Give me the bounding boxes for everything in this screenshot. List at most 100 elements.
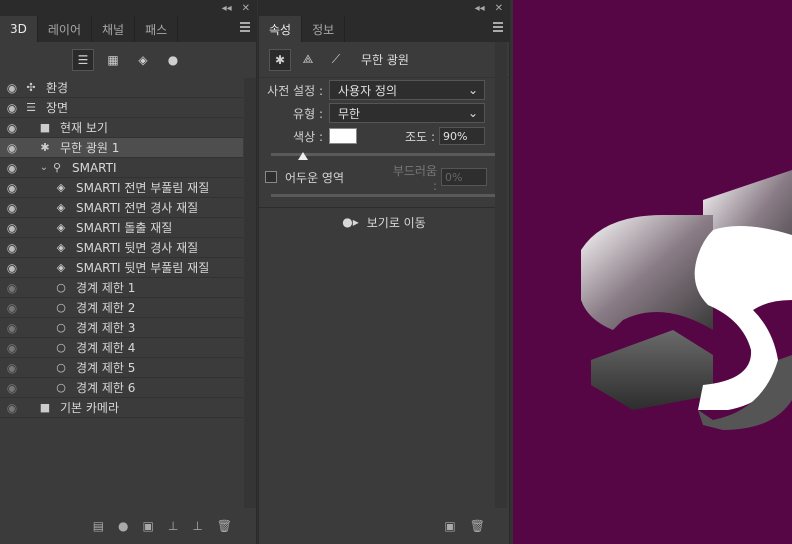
tree-row[interactable]: ◉ ✱ 무한 광원 1 (0, 138, 243, 158)
visibility-eye-icon[interactable]: ◉ (0, 161, 24, 175)
visibility-eye-icon[interactable]: ◉ (0, 361, 24, 375)
tab-channels[interactable]: 채널 (92, 16, 136, 42)
tab-properties[interactable]: 속성 (259, 16, 303, 42)
tree-row[interactable]: ◉ ◈ SMARTI 뒷면 경사 재질 (0, 238, 243, 258)
visibility-eye-icon[interactable]: ◉ (0, 121, 24, 135)
material-filter-icon[interactable]: ◈ (132, 49, 154, 71)
tree-row[interactable]: ◉ ◈ SMARTI 뒷면 부풀림 재질 (0, 258, 243, 278)
chevron-down-icon: ⌄ (467, 83, 478, 97)
properties-scrollbar[interactable] (495, 42, 507, 508)
light-type-select[interactable]: 무한 ⌄ (329, 103, 485, 123)
tree-row[interactable]: ◉ ○ 경계 제한 3 (0, 318, 243, 338)
tab-layers[interactable]: 레이어 (38, 16, 92, 42)
constraint-icon: ○ (56, 361, 66, 374)
tree-row-label: SMARTI 전면 부풀림 재질 (76, 181, 210, 195)
expand-caret-icon[interactable]: ⌄ (38, 162, 50, 173)
visibility-eye-icon[interactable]: ◉ (0, 341, 24, 355)
render-icon[interactable]: ▤ (93, 519, 104, 533)
visibility-eye-icon[interactable]: ◉ (0, 301, 24, 315)
visibility-eye-icon[interactable]: ◉ (0, 81, 24, 95)
constraint-icon: ○ (56, 381, 66, 394)
mesh-filter-icon[interactable]: ▦ (102, 49, 124, 71)
properties-type-bar: ✱ ⟁ ⟋ 무한 광원 (259, 42, 509, 78)
reset-camera-icon[interactable]: ▣ (444, 519, 455, 533)
visibility-eye-icon[interactable]: ◉ (0, 141, 24, 155)
visibility-eye-icon[interactable]: ◉ (0, 281, 24, 295)
shadow-checkbox[interactable] (265, 171, 277, 183)
3d-letter-s-render (581, 170, 792, 430)
delete-icon[interactable]: 🗑 (470, 519, 485, 533)
move-to-view-label: 보기로 이동 (366, 215, 426, 230)
light-color-swatch[interactable] (329, 128, 357, 144)
intensity-label: 조도 : (405, 129, 435, 144)
material-icon: ◈ (56, 181, 66, 194)
constraint-icon[interactable]: ⊥ (192, 519, 202, 533)
delete-icon[interactable]: 🗑 (217, 519, 232, 533)
tree-row[interactable]: ◉ ◈ SMARTI 전면 경사 재질 (0, 198, 243, 218)
tree-row-label: SMARTI 전면 경사 재질 (76, 201, 199, 215)
visibility-eye-icon[interactable]: ◉ (0, 381, 24, 395)
panel-header-strip: ◂◂ ✕ (259, 0, 509, 16)
tree-row[interactable]: ◉ ⌄ ⚲ SMARTI (0, 158, 243, 178)
collapse-icon[interactable]: ◂◂ (475, 3, 485, 14)
visibility-eye-icon[interactable]: ◉ (0, 101, 24, 115)
document-canvas[interactable] (513, 0, 792, 544)
3d-scene-tree: ◉ ✣ 환경 ◉ ☰ 장면 ◉ ■ 현재 보기 ◉ ✱ 무한 광원 1 ◉ ⌄ ⚲ SMARTI ◉ ◈ SMART… (0, 78, 243, 418)
intensity-input[interactable]: 90% (439, 127, 485, 145)
add-light-icon[interactable]: ● (118, 519, 128, 533)
tree-row[interactable]: ◉ ○ 경계 제한 4 (0, 338, 243, 358)
visibility-eye-icon[interactable]: ◉ (0, 221, 24, 235)
tab-paths[interactable]: 패스 (135, 16, 179, 42)
tab-info[interactable]: 정보 (302, 16, 346, 42)
tree-row[interactable]: ◉ ✣ 환경 (0, 78, 243, 98)
tree-row[interactable]: ◉ ○ 경계 제한 5 (0, 358, 243, 378)
drop-to-ground-icon[interactable]: ⊥ (168, 519, 178, 533)
constraint-icon: ○ (56, 321, 66, 334)
tree-row[interactable]: ◉ ○ 경계 제한 6 (0, 378, 243, 398)
visibility-eye-icon[interactable]: ◉ (0, 181, 24, 195)
tree-row-label: 경계 제한 2 (76, 301, 136, 315)
tree-row-label: SMARTI 뒷면 경사 재질 (76, 241, 199, 255)
close-panel-icon[interactable]: ✕ (242, 3, 250, 14)
coordinates-icon[interactable]: ⟁ (297, 49, 319, 71)
3d-panel-footer: ▤ ● ▣ ⊥ ⊥ 🗑 (0, 508, 256, 544)
close-panel-icon[interactable]: ✕ (495, 3, 503, 14)
softness-slider (271, 194, 497, 197)
scene-filter-icon[interactable]: ☰ (72, 49, 94, 71)
tree-row[interactable]: ◉ ◈ SMARTI 전면 부풀림 재질 (0, 178, 243, 198)
tree-row[interactable]: ◉ ○ 경계 제한 2 (0, 298, 243, 318)
material-icon: ◈ (56, 201, 66, 214)
light-filter-icon[interactable]: ● (162, 49, 184, 71)
move-to-view-button[interactable]: ●▸ 보기로 이동 (259, 208, 509, 236)
visibility-eye-icon[interactable]: ◉ (0, 321, 24, 335)
light-properties-icon[interactable]: ✱ (269, 48, 291, 71)
properties-footer: ▣ 🗑 (259, 508, 509, 544)
tree-row[interactable]: ◉ ■ 현재 보기 (0, 118, 243, 138)
visibility-eye-icon[interactable]: ◉ (0, 401, 24, 415)
shadow-row: 어두운 영역 부드러움 : 0% (259, 164, 509, 193)
tree-row[interactable]: ◉ ○ 경계 제한 1 (0, 278, 243, 298)
visibility-eye-icon[interactable]: ◉ (0, 241, 24, 255)
tree-row[interactable]: ◉ ■ 기본 카메라 (0, 398, 243, 418)
light-type-value: 무한 (338, 106, 361, 121)
add-mesh-icon[interactable]: ▣ (143, 519, 154, 533)
collapse-icon[interactable]: ◂◂ (222, 3, 232, 14)
intensity-slider[interactable] (271, 152, 497, 160)
visibility-eye-icon[interactable]: ◉ (0, 201, 24, 215)
tree-scrollbar[interactable] (244, 78, 256, 508)
color-intensity-row: 색상 : 조도 : 90% (259, 125, 509, 147)
type-label: 유형 : (293, 106, 323, 121)
visibility-eye-icon[interactable]: ◉ (0, 261, 24, 275)
preset-select[interactable]: 사용자 정의 ⌄ (329, 80, 485, 100)
tab-3d[interactable]: 3D (0, 16, 38, 42)
brush-icon[interactable]: ⟋ (325, 49, 347, 71)
tree-row-label: SMARTI (72, 160, 117, 175)
slider-thumb[interactable] (297, 152, 308, 160)
panel-menu-icon[interactable] (240, 22, 250, 32)
tree-row[interactable]: ◉ ☰ 장면 (0, 98, 243, 118)
tree-row-label: 현재 보기 (60, 121, 108, 135)
preset-label: 사전 설정 : (267, 83, 323, 98)
panel-menu-icon[interactable] (493, 22, 503, 32)
tree-row[interactable]: ◉ ◈ SMARTI 돌출 재질 (0, 218, 243, 238)
preset-row: 사전 설정 : 사용자 정의 ⌄ (259, 79, 509, 101)
